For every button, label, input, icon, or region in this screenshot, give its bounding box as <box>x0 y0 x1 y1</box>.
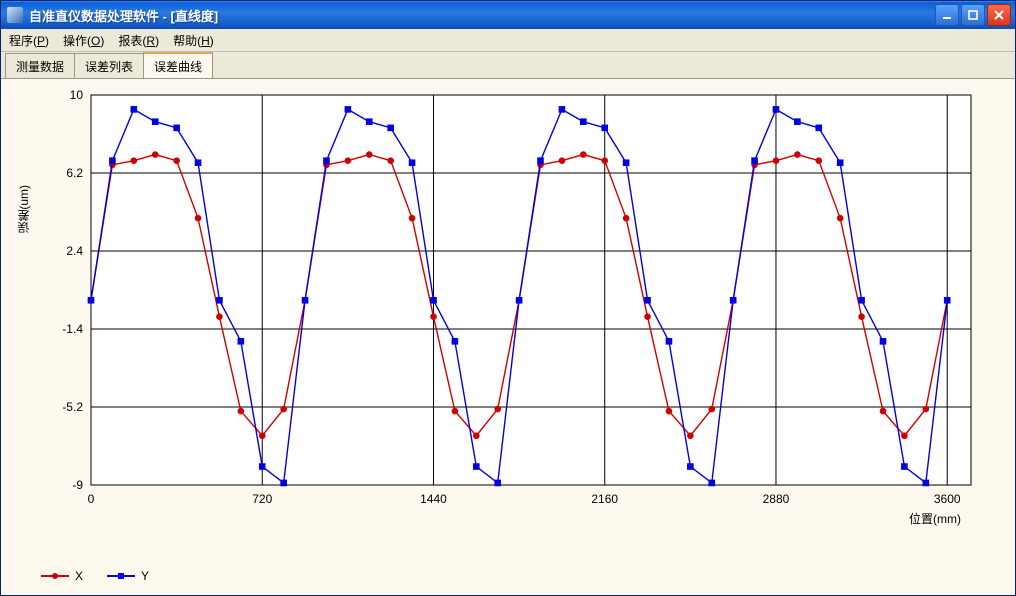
svg-text:10: 10 <box>70 88 84 102</box>
svg-text:1440: 1440 <box>420 492 447 506</box>
menu-program[interactable]: 程序(P) <box>9 32 49 49</box>
svg-text:6.2: 6.2 <box>66 166 83 180</box>
svg-text:3600: 3600 <box>934 492 961 506</box>
svg-text:2160: 2160 <box>591 492 618 506</box>
chart-legend: X Y <box>41 569 149 583</box>
chart-panel: 误差(um) 0 720 1440 2160 2880 3600 -9 -5.2 -1.4 2.4… <box>1 79 1015 595</box>
svg-text:0: 0 <box>88 492 95 506</box>
maximize-button[interactable] <box>961 4 985 26</box>
app-window: 自准直仪数据处理软件 - [直线度] 程序(P) 操作(O) 报表(R) 帮助(… <box>0 0 1016 596</box>
close-button[interactable] <box>987 4 1011 26</box>
tab-error-curve[interactable]: 误差曲线 <box>143 52 213 78</box>
svg-text:-1.4: -1.4 <box>62 322 83 336</box>
app-icon <box>7 7 23 23</box>
tab-strip: 测量数据 误差列表 误差曲线 <box>1 52 1015 79</box>
svg-text:2880: 2880 <box>763 492 790 506</box>
legend-item-x: X <box>41 569 83 583</box>
tab-error-list[interactable]: 误差列表 <box>74 53 144 78</box>
title-bar[interactable]: 自准直仪数据处理软件 - [直线度] <box>1 1 1015 29</box>
svg-text:-9: -9 <box>72 478 83 492</box>
minimize-button[interactable] <box>935 4 959 26</box>
window-title: 自准直仪数据处理软件 - [直线度] <box>29 6 218 25</box>
svg-text:-5.2: -5.2 <box>62 400 83 414</box>
menu-operate[interactable]: 操作(O) <box>63 32 104 49</box>
menu-report[interactable]: 报表(R) <box>118 32 159 49</box>
error-curve-chart: 0 720 1440 2160 2880 3600 -9 -5.2 -1.4 2.4 6.2 10 位置… <box>11 85 991 555</box>
legend-item-y: Y <box>107 569 149 583</box>
svg-text:720: 720 <box>252 492 272 506</box>
menu-bar: 程序(P) 操作(O) 报表(R) 帮助(H) <box>1 29 1015 52</box>
menu-help[interactable]: 帮助(H) <box>173 32 214 49</box>
svg-text:位置(mm): 位置(mm) <box>909 511 961 526</box>
y-axis-label: 误差(um) <box>15 185 32 234</box>
window-controls <box>935 4 1011 26</box>
tab-measure-data[interactable]: 测量数据 <box>5 53 75 78</box>
svg-text:2.4: 2.4 <box>66 244 83 258</box>
